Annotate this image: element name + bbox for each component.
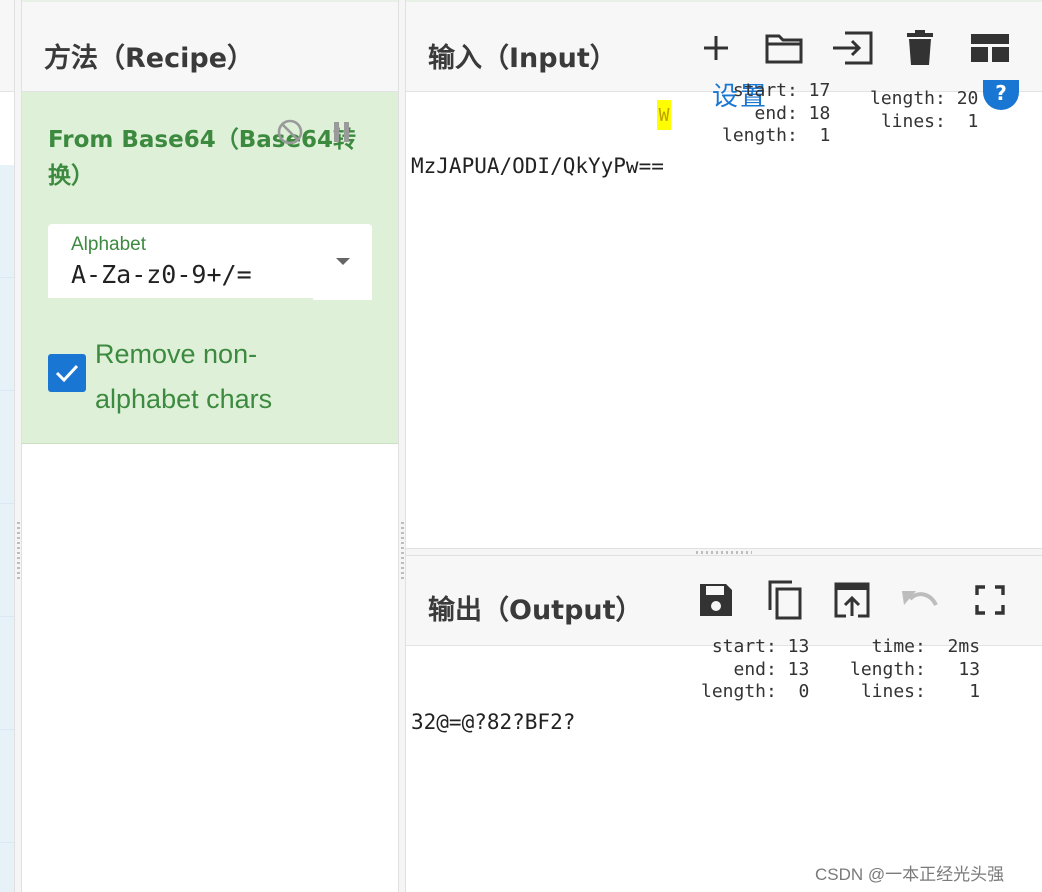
check-icon	[55, 364, 79, 383]
reset-layout-button[interactable]	[968, 26, 1012, 70]
alphabet-select[interactable]: Alphabet A-Za-z0-9+/=	[48, 224, 372, 300]
operations-list[interactable]	[0, 165, 14, 892]
recipe-title: 方法（Recipe）	[44, 43, 255, 74]
copy-output-button[interactable]	[762, 578, 806, 622]
operations-strip	[0, 0, 14, 892]
undo-button[interactable]	[898, 578, 942, 622]
alphabet-value: A-Za-z0-9+/=	[71, 260, 252, 289]
resize-grip	[17, 522, 20, 582]
column-resizer-right[interactable]	[398, 0, 406, 892]
disable-icon[interactable]	[276, 118, 304, 153]
clear-input-button[interactable]	[898, 26, 942, 70]
remove-non-alphabet-label: Remove non-alphabet chars	[95, 339, 273, 414]
row-resizer[interactable]	[406, 548, 1042, 556]
output-time-stats: time: 2ms length: 13 lines: 1	[850, 636, 981, 702]
replace-input-button[interactable]	[830, 578, 874, 622]
add-tab-button[interactable]	[694, 26, 738, 70]
open-file-as-input-button[interactable]	[830, 26, 874, 70]
field-underline	[48, 298, 313, 300]
alphabet-label: Alphabet	[71, 234, 147, 255]
save-output-button[interactable]	[694, 578, 738, 622]
resize-grip	[401, 522, 404, 582]
input-textarea[interactable]: MzJAPUA/ODI/QkYyPw==	[411, 154, 664, 178]
layout-icon	[971, 34, 1009, 62]
fullscreen-icon	[975, 585, 1005, 615]
watermark: CSDN @一本正经光头强	[815, 865, 1005, 884]
copy-icon	[768, 580, 802, 620]
operation-title: From Base64（Base64转换）	[48, 127, 357, 189]
remove-non-alphabet-checkbox[interactable]	[48, 354, 86, 392]
save-icon	[700, 584, 732, 616]
operations-header	[0, 0, 14, 92]
maximise-output-button[interactable]	[968, 578, 1012, 622]
recipe-panel: 方法（Recipe） From Base64（Base64转换） Alphabe…	[22, 0, 398, 892]
output-title: 输出（Output）	[428, 595, 643, 626]
plus-icon	[704, 36, 728, 60]
resize-grip	[696, 551, 752, 554]
column-resizer-left[interactable]	[14, 0, 22, 892]
open-in-icon	[834, 582, 870, 618]
folder-icon	[765, 34, 803, 64]
input-title: 输入（Input）	[428, 43, 617, 74]
breakpoint-icon[interactable]	[330, 118, 354, 153]
highlighted-char: W	[657, 100, 671, 130]
output-textarea[interactable]: 32@=@?82?BF2?	[411, 710, 575, 734]
chevron-down-icon[interactable]	[336, 258, 350, 265]
recipe-header: 方法（Recipe）	[22, 0, 398, 92]
output-header: 输出（Output）	[406, 556, 1042, 646]
input-length-stats: length: 20 lines: 1	[870, 88, 979, 132]
output-selection-stats: start: 13 end: 13 length: 0	[701, 636, 810, 702]
operation-from-base64[interactable]: From Base64（Base64转换） Alphabet A-Za-z0-9…	[22, 92, 398, 444]
help-icon[interactable]: ?	[983, 80, 1019, 110]
input-panel: 输入（Input） 设置 ? W start: 17 end: 18 lengt…	[406, 0, 1042, 548]
undo-icon	[902, 591, 938, 607]
open-folder-button[interactable]	[762, 26, 806, 70]
trash-icon	[907, 30, 933, 65]
input-icon	[833, 31, 873, 65]
output-panel: 输出（Output） start: 13 end: 13 length: 0 t…	[406, 556, 1042, 892]
input-selection-stats: start: 17 end: 18 length: 1	[722, 80, 831, 146]
